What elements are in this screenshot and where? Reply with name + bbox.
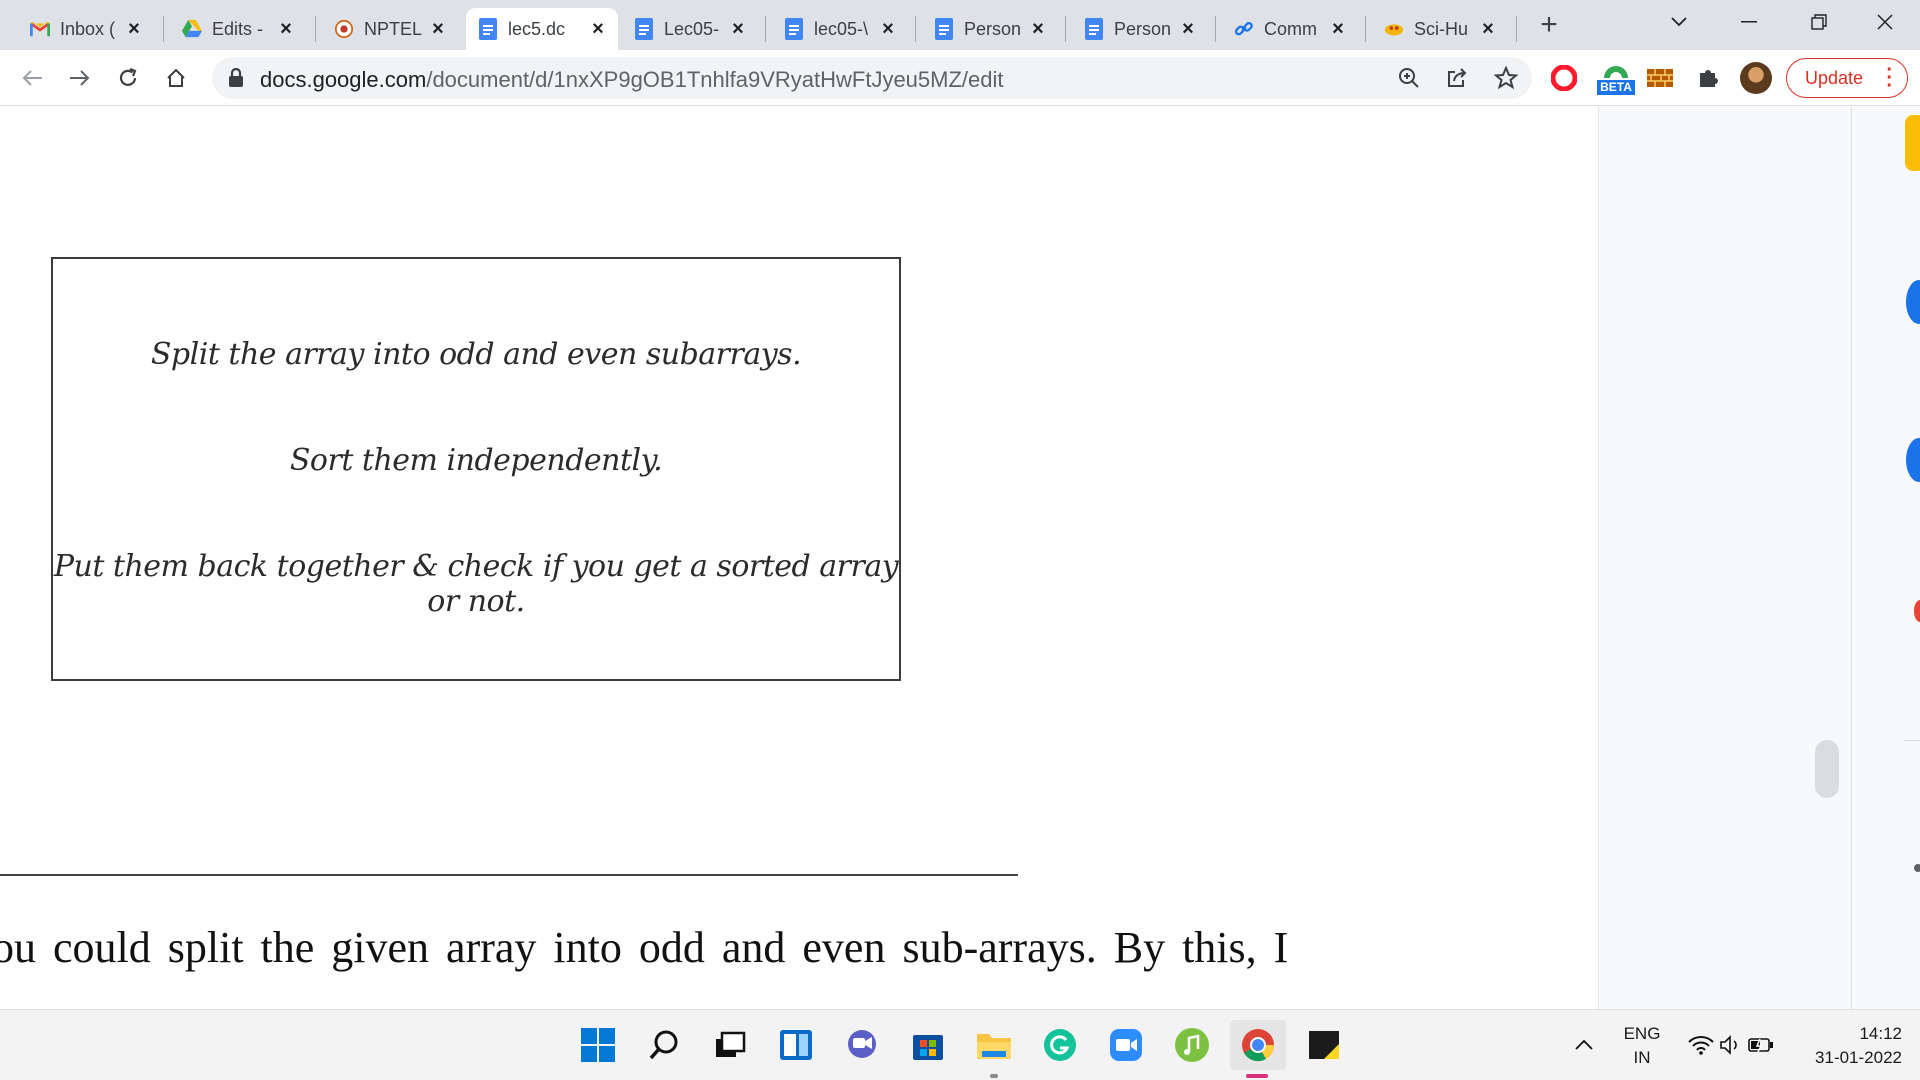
extensions-puzzle-icon[interactable] (1692, 62, 1724, 94)
tab-title: Person (964, 18, 1022, 39)
microsoft-store-icon[interactable] (902, 1020, 954, 1070)
tab-title: NPTEL (364, 18, 423, 39)
zoom-app-icon[interactable] (1100, 1020, 1152, 1070)
chrome-icon[interactable] (1230, 1020, 1286, 1078)
widgets-icon[interactable] (770, 1020, 822, 1070)
close-icon[interactable]: × (728, 19, 748, 39)
tab-title: lec05-\ (814, 18, 869, 39)
sticky-notes-icon[interactable] (1298, 1020, 1350, 1070)
beta-extension-icon[interactable]: BETA (1596, 62, 1636, 95)
tab-title: Lec05- (664, 18, 720, 39)
tab-title: Person (1114, 18, 1172, 39)
bookmark-star-icon[interactable] (1493, 65, 1519, 95)
tab-title: Inbox ( (60, 18, 116, 39)
horizontal-rule (0, 874, 1018, 876)
brick-extension-icon[interactable] (1644, 62, 1676, 94)
close-icon[interactable]: × (878, 19, 898, 39)
search-icon[interactable] (638, 1020, 690, 1070)
tab-lec5-active[interactable]: lec5.dc × (466, 8, 618, 50)
tab-nptel[interactable]: NPTEL × (322, 8, 458, 50)
battery-icon[interactable] (1746, 1020, 1776, 1070)
tab-person-a[interactable]: Person × (922, 8, 1058, 50)
back-arrow-icon[interactable] (16, 62, 48, 94)
update-button[interactable]: Update · · · (1786, 58, 1908, 98)
avatar[interactable] (1740, 62, 1772, 94)
tab-title: Comm (1264, 18, 1317, 39)
beta-badge: BETA (1597, 80, 1635, 95)
minimize-icon[interactable] (1714, 0, 1784, 44)
close-icon[interactable]: × (588, 19, 608, 39)
tab-person-b[interactable]: Person × (1072, 8, 1208, 50)
close-icon[interactable]: × (428, 19, 448, 39)
tab-title: Sci-Hu (1414, 18, 1469, 39)
calendar-panel-icon[interactable] (1914, 600, 1920, 622)
close-icon[interactable]: × (1478, 19, 1498, 39)
update-label: Update (1805, 67, 1864, 88)
google-docs-icon (934, 18, 954, 40)
windows-taskbar: ENG IN 14:12 31-01-2022 (0, 1009, 1920, 1080)
tab-lec05-b[interactable]: lec05-\ × (772, 8, 908, 50)
reload-icon[interactable] (112, 62, 144, 94)
show-hidden-icons-chevron-icon[interactable] (1564, 1020, 1604, 1070)
keep-panel-icon[interactable] (1905, 115, 1920, 171)
google-docs-icon (784, 18, 804, 40)
google-drive-icon (182, 19, 202, 39)
close-window-icon[interactable] (1850, 0, 1920, 44)
lock-icon (228, 67, 244, 93)
restore-icon[interactable] (1784, 0, 1854, 44)
google-docs-icon (478, 18, 498, 40)
gmail-icon (30, 19, 50, 39)
tab-scihub[interactable]: Sci-Hu × (1372, 8, 1508, 50)
close-icon[interactable]: × (124, 19, 144, 39)
tab-title: Edits - (212, 18, 264, 39)
tab-strip: Inbox ( × Edits - × NPTEL × lec5.dc × Le… (0, 0, 1920, 50)
task-view-icon[interactable] (704, 1020, 756, 1070)
more-menu-icon[interactable]: · · · (1886, 60, 1893, 96)
teams-chat-icon[interactable] (836, 1020, 888, 1070)
grammarly-icon[interactable] (1034, 1020, 1086, 1070)
home-icon[interactable] (160, 62, 192, 94)
close-icon[interactable]: × (1328, 19, 1348, 39)
scrollbar-thumb[interactable] (1815, 740, 1839, 798)
music-app-icon[interactable] (1166, 1020, 1218, 1070)
google-docs-icon (1084, 18, 1104, 40)
zoom-icon[interactable] (1398, 67, 1420, 94)
document-canvas[interactable]: Split the array into odd and even subarr… (0, 107, 1598, 1009)
figure-line-3: Put them back together & check if you ge… (53, 549, 899, 619)
address-bar[interactable]: docs.google.com/document/d/1nxXP9gOB1Tnh… (212, 57, 1532, 99)
tab-lec05-a[interactable]: Lec05- × (622, 8, 758, 50)
figure-image: Split the array into odd and even subarr… (51, 257, 901, 681)
tab-search-icon[interactable] (1644, 0, 1714, 44)
tab-drive[interactable]: Edits - × (170, 8, 306, 50)
side-panel-divider (1851, 107, 1852, 1009)
figure-line-2: Sort them independently. (289, 443, 663, 478)
scihub-icon (1384, 19, 1404, 39)
panel-dot-icon (1914, 864, 1920, 872)
wifi-icon[interactable] (1686, 1020, 1716, 1070)
tab-comm[interactable]: Comm × (1222, 8, 1358, 50)
nptel-icon (334, 19, 354, 39)
opera-extension-icon[interactable] (1548, 62, 1580, 94)
volume-icon[interactable] (1716, 1020, 1746, 1070)
close-icon[interactable]: × (276, 19, 296, 39)
new-tab-button[interactable]: + (1535, 10, 1563, 40)
google-docs-icon (634, 18, 654, 40)
close-icon[interactable]: × (1028, 19, 1048, 39)
tab-gmail[interactable]: Inbox ( × (18, 8, 154, 50)
language-indicator[interactable]: ENG IN (1620, 1024, 1664, 1068)
forward-arrow-icon[interactable] (64, 62, 96, 94)
share-icon[interactable] (1446, 67, 1468, 94)
windows-start-icon[interactable] (572, 1020, 624, 1070)
link-icon (1234, 19, 1254, 39)
file-explorer-icon[interactable] (968, 1020, 1020, 1078)
url-text: docs.google.com/document/d/1nxXP9gOB1Tnh… (260, 67, 1004, 92)
figure-line-1: Split the array into odd and even subarr… (150, 337, 802, 372)
browser-toolbar: docs.google.com/document/d/1nxXP9gOB1Tnh… (0, 50, 1920, 106)
body-paragraph: ou could split the given array into odd … (0, 923, 1289, 972)
tab-title: lec5.dc (508, 18, 566, 39)
close-icon[interactable]: × (1178, 19, 1198, 39)
side-panel (1598, 107, 1920, 1009)
clock[interactable]: 14:12 31-01-2022 (1792, 1024, 1902, 1068)
